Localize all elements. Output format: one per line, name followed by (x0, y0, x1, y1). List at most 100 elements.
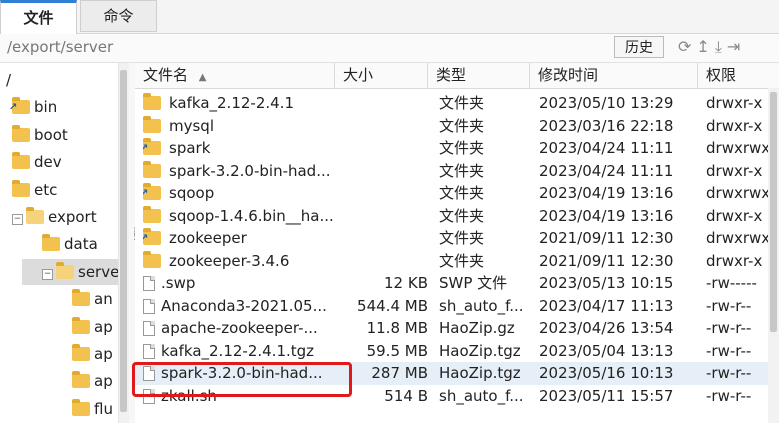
file-list-scrollbar-thumb[interactable] (770, 92, 777, 332)
file-size: 59.5 MB (366, 341, 428, 360)
folder-icon (143, 205, 161, 223)
tree-item-server[interactable]: − server (22, 258, 118, 285)
file-type: 文件夹 (439, 251, 485, 270)
folder-icon (143, 250, 161, 268)
file-name-cell: sqoop (143, 182, 335, 204)
file-type: sh_auto_f... (439, 296, 524, 315)
tree-item-an[interactable]: an (72, 286, 113, 312)
file-name: mysql (169, 116, 214, 135)
column-mtime[interactable]: 修改时间 (530, 63, 698, 88)
tree-item-label: export (48, 208, 97, 226)
folder-icon (72, 289, 90, 307)
file-type: 文件夹 (439, 184, 485, 202)
file-row[interactable]: zookeeper-3.4.6 文件夹 2021/09/11 12:30 drwxr-… (135, 250, 779, 273)
file-mtime: 2023/05/10 13:29 (539, 94, 674, 112)
collapse-icon[interactable]: − (12, 214, 23, 225)
file-row[interactable]: kafka_2.12-2.4.1.tgz 59.5 MB HaoZip.tgz 202… (135, 340, 779, 363)
file-mtime: 2023/04/24 11:11 (539, 161, 674, 180)
file-mtime: 2023/04/26 13:54 (539, 319, 674, 337)
tree-item-label: boot (34, 125, 68, 144)
file-row[interactable]: zookeeper文件夹2021/09/11 12:30drwxrwx (135, 227, 779, 250)
file-row[interactable]: apache-zookeeper-... 11.8 MB HaoZip.gz 2023… (135, 317, 779, 340)
folder-shortcut-icon (143, 183, 161, 200)
file-mtime: 2023/05/11 15:57 (539, 386, 674, 405)
file-mtime: 2023/04/19 13:16 (539, 184, 674, 202)
folder-icon (12, 124, 30, 142)
column-permissions[interactable]: 权限 (698, 63, 779, 88)
tree-item-label: server (78, 262, 118, 281)
file-size: 12 KB (384, 274, 428, 292)
file-row[interactable]: spark文件夹2023/04/24 11:11drwxrwx (135, 137, 779, 160)
file-row[interactable]: kafka_2.12-2.4.1 文件夹 2023/05/10 13:29 drwxr… (135, 92, 779, 115)
file-row[interactable]: .swp 12 KB SWP 文件 2023/05/13 10:15 -rw----- (135, 272, 779, 295)
tree-item-label: ap (94, 372, 113, 391)
toolbar-icons[interactable]: ⟳↥⤓⇥ (678, 37, 745, 57)
highlight-box (132, 362, 352, 397)
tree-scrollbar-thumb[interactable] (120, 70, 127, 412)
file-mtime: 2023/04/19 13:16 (539, 206, 674, 225)
file-icon (143, 298, 155, 314)
file-name-cell: zookeeper-3.4.6 (143, 250, 335, 272)
tree-item-boot[interactable]: boot (12, 122, 68, 148)
file-name: apache-zookeeper-... (161, 319, 318, 337)
tree-item-label: an (94, 290, 113, 309)
file-name-cell: apache-zookeeper-... (143, 317, 335, 339)
tree-item-ap[interactable]: ap (72, 341, 113, 367)
file-name-cell: spark-3.2.0-bin-had... (143, 160, 335, 182)
tab-commands[interactable]: 命令 (80, 0, 157, 32)
file-type: SWP 文件 (439, 274, 508, 292)
folder-icon (42, 234, 60, 252)
column-name[interactable]: 文件名 ▲ (135, 63, 335, 88)
column-type[interactable]: 类型 (428, 63, 530, 88)
tree-item-dev[interactable]: dev (12, 149, 62, 175)
file-type: sh_auto_f... (439, 386, 524, 405)
file-mtime: 2021/09/11 12:30 (539, 251, 674, 270)
file-type: 文件夹 (439, 206, 485, 225)
folder-icon (143, 93, 161, 110)
tree-item-bin[interactable]: bin (9, 94, 58, 120)
file-icon (143, 276, 155, 291)
file-name: sqoop (169, 184, 215, 202)
tree-item-etc[interactable]: etc (12, 177, 57, 203)
sort-ascending-icon: ▲ (198, 72, 207, 83)
folder-icon (72, 398, 90, 416)
file-type: HaoZip.tgz (439, 341, 521, 360)
file-name-cell: Anaconda3-2021.05... (143, 295, 335, 317)
tree-item-ap[interactable]: ap (72, 314, 113, 340)
tree-item-[interactable]: / (6, 67, 11, 93)
file-row[interactable]: spark-3.2.0-bin-had... 文件夹 2023/04/24 11:1… (135, 160, 779, 183)
column-size[interactable]: 大小 (335, 63, 428, 88)
file-name-cell: kafka_2.12-2.4.1 (143, 92, 335, 114)
tree-item-label: data (64, 235, 98, 254)
file-icon (143, 321, 155, 336)
file-type: 文件夹 (439, 94, 485, 112)
tree-item-label: bin (34, 98, 58, 117)
tree-item-label: / (6, 71, 12, 89)
path-bar: /export/server 历史 ⟳↥⤓⇥ (0, 34, 779, 63)
tree-item-flu[interactable]: flu (72, 396, 113, 422)
column-name-label: 文件名 (143, 66, 189, 84)
file-name: spark (169, 139, 211, 157)
tree-item-label: ap (94, 345, 113, 363)
tree-item-label: flu (94, 399, 113, 418)
file-row[interactable]: sqoop文件夹2023/04/19 13:16drwxrwx (135, 182, 779, 205)
folder-shortcut-icon (143, 138, 161, 155)
file-name: spark-3.2.0-bin-had... (169, 161, 331, 180)
file-mtime: 2021/09/11 12:30 (539, 229, 674, 247)
history-button[interactable]: 历史 (614, 36, 664, 58)
file-row[interactable]: mysql 文件夹 2023/03/16 22:18 drwxr-x (135, 115, 779, 138)
tree-item-data[interactable]: data (42, 231, 98, 257)
path-input[interactable]: /export/server (7, 38, 113, 56)
tree-item-label: dev (34, 153, 62, 172)
file-name-cell: mysql (143, 115, 335, 137)
folder-icon (72, 344, 90, 361)
folder-shortcut-icon (143, 228, 161, 245)
file-type: 文件夹 (439, 161, 485, 180)
tree-item-ap[interactable]: ap (72, 368, 113, 394)
tree-item-export[interactable]: − export (12, 204, 97, 230)
file-row[interactable]: sqoop-1.4.6.bin__ha... 文件夹 2023/04/19 13:1… (135, 205, 779, 228)
directory-tree: / bin boot dev etc − export data − server an ap ap ap… (0, 63, 118, 423)
tab-files[interactable]: 文件 (0, 0, 77, 34)
file-row[interactable]: Anaconda3-2021.05... 544.4 MB sh_auto_f...… (135, 295, 779, 318)
collapse-icon[interactable]: − (42, 268, 53, 280)
